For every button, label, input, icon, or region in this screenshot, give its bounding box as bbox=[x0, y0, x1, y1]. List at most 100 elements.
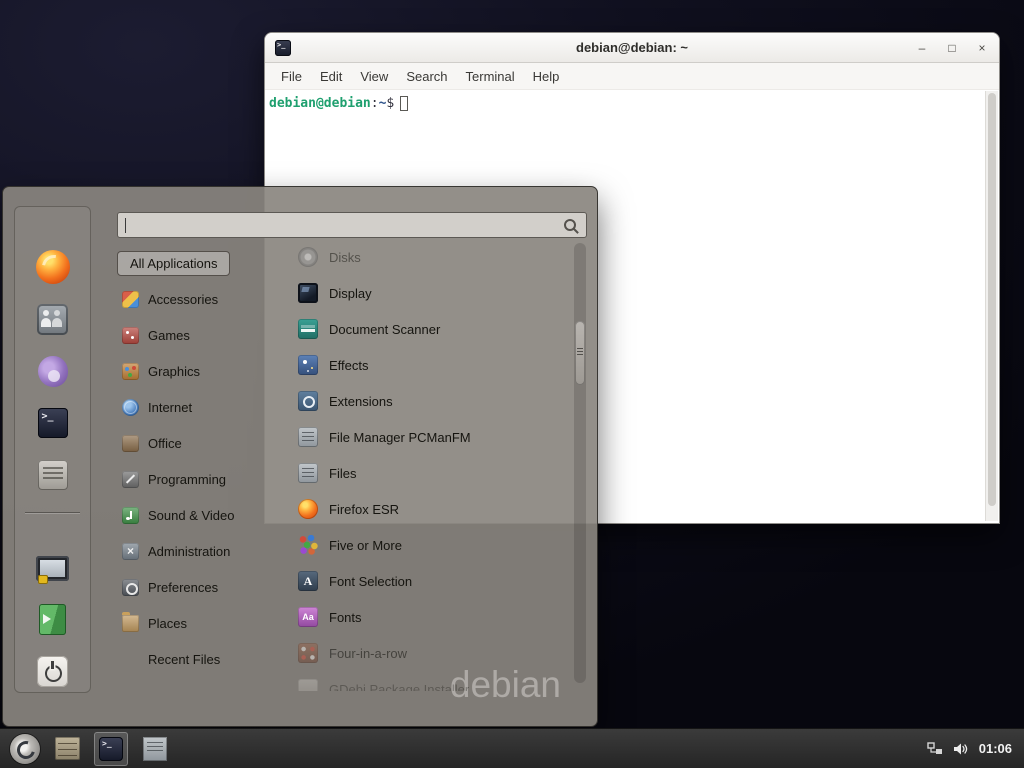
launcher-list bbox=[50, 732, 172, 766]
programming-icon bbox=[122, 471, 139, 488]
app-label: Effects bbox=[329, 358, 369, 373]
file-manager-favorite[interactable] bbox=[31, 458, 75, 492]
text-caret bbox=[125, 218, 126, 233]
app-label: Five or More bbox=[329, 538, 402, 553]
category-label: Programming bbox=[148, 472, 226, 487]
terminal-menubar: File Edit View Search Terminal Help bbox=[265, 63, 999, 90]
application-menu: All Applications Accessories Games Graph… bbox=[2, 186, 598, 727]
menubar-item[interactable]: View bbox=[351, 69, 397, 84]
category-item[interactable]: Office bbox=[117, 425, 279, 461]
users-favorite[interactable] bbox=[31, 302, 75, 336]
prompt-user: debian@debian bbox=[269, 96, 371, 111]
app-label: GDebi Package Installer bbox=[329, 682, 469, 692]
prompt-symbol: $ bbox=[386, 96, 394, 111]
category-label: Graphics bbox=[148, 364, 200, 379]
category-label: Accessories bbox=[148, 292, 218, 307]
menubar-item[interactable]: Help bbox=[524, 69, 569, 84]
terminal-cursor bbox=[400, 96, 408, 111]
app-item[interactable]: File Manager PCManFM bbox=[291, 419, 571, 455]
close-button[interactable]: × bbox=[975, 33, 989, 63]
administration-icon bbox=[122, 543, 139, 560]
lock-screen-button[interactable] bbox=[31, 550, 75, 584]
titlebar[interactable]: debian@debian: ~ – □ × bbox=[265, 33, 999, 63]
effects-icon bbox=[298, 355, 318, 375]
file-manager-launcher[interactable] bbox=[138, 732, 172, 766]
app-label: Firefox ESR bbox=[329, 502, 399, 517]
menubar-item[interactable]: Search bbox=[397, 69, 456, 84]
terminal-favorite[interactable] bbox=[31, 406, 75, 440]
pidgin-favorite[interactable] bbox=[31, 354, 75, 388]
menu-button[interactable] bbox=[10, 734, 40, 764]
files-icon bbox=[298, 463, 318, 483]
terminal-launcher[interactable] bbox=[94, 732, 128, 766]
minimize-button[interactable]: – bbox=[915, 33, 929, 63]
system-tray: 01:06 bbox=[927, 741, 1016, 756]
app-item[interactable]: Firefox ESR bbox=[291, 491, 571, 527]
menubar-item[interactable]: Terminal bbox=[457, 69, 524, 84]
app-item[interactable]: Fonts bbox=[291, 599, 571, 635]
app-item[interactable]: Five or More bbox=[291, 527, 571, 563]
app-item[interactable]: Effects bbox=[291, 347, 571, 383]
menu-scrollbar-thumb[interactable] bbox=[575, 321, 585, 385]
pidgin-icon bbox=[38, 356, 68, 387]
app-item[interactable]: Display bbox=[291, 275, 571, 311]
firefox-favorite[interactable] bbox=[31, 250, 75, 284]
category-item[interactable]: All Applications bbox=[117, 251, 230, 276]
category-item[interactable]: Accessories bbox=[117, 281, 279, 317]
application-list: Disks Display Document Scanner Effects bbox=[291, 239, 571, 691]
category-label: Recent Files bbox=[148, 652, 220, 667]
graphics-icon bbox=[122, 363, 139, 380]
category-item[interactable]: Administration bbox=[117, 533, 279, 569]
office-icon bbox=[122, 435, 139, 452]
volume-icon[interactable] bbox=[953, 742, 969, 756]
favorites-sidebar bbox=[14, 206, 91, 693]
category-label: Games bbox=[148, 328, 190, 343]
terminal-scrollbar[interactable] bbox=[985, 91, 998, 521]
taskbar-clock[interactable]: 01:06 bbox=[979, 741, 1012, 756]
category-item[interactable]: Graphics bbox=[117, 353, 279, 389]
extensions-icon bbox=[298, 391, 318, 411]
shutdown-button[interactable] bbox=[31, 654, 75, 688]
app-item[interactable]: GDebi Package Installer bbox=[291, 671, 571, 691]
maximize-button[interactable]: □ bbox=[945, 33, 959, 63]
category-label: Administration bbox=[148, 544, 230, 559]
app-label: Files bbox=[329, 466, 356, 481]
lock-screen-icon bbox=[36, 556, 69, 581]
category-item[interactable]: Internet bbox=[117, 389, 279, 425]
prompt-separator: : bbox=[371, 96, 379, 111]
app-item[interactable]: Document Scanner bbox=[291, 311, 571, 347]
app-item[interactable]: Four-in-a-row bbox=[291, 635, 571, 671]
document-scanner-icon bbox=[298, 319, 318, 339]
app-item[interactable]: Extensions bbox=[291, 383, 571, 419]
app-item[interactable]: Files bbox=[291, 455, 571, 491]
terminal-icon bbox=[99, 737, 123, 761]
games-icon bbox=[122, 327, 139, 344]
app-label: File Manager PCManFM bbox=[329, 430, 471, 445]
logout-button[interactable] bbox=[31, 602, 75, 636]
network-icon[interactable] bbox=[927, 742, 943, 756]
category-item[interactable]: Programming bbox=[117, 461, 279, 497]
desktop[interactable]: debian@debian: ~ – □ × File Edit View Se… bbox=[0, 0, 1024, 768]
category-list: All Applications Accessories Games Graph… bbox=[117, 245, 279, 677]
logout-icon bbox=[39, 604, 66, 635]
app-item[interactable]: Font Selection bbox=[291, 563, 571, 599]
app-label: Display bbox=[329, 286, 372, 301]
window-title: debian@debian: ~ bbox=[265, 40, 999, 55]
menubar-item[interactable]: Edit bbox=[311, 69, 351, 84]
terminal-scrollbar-thumb[interactable] bbox=[988, 93, 996, 506]
menubar-item[interactable]: File bbox=[272, 69, 311, 84]
category-item[interactable]: Games bbox=[117, 317, 279, 353]
search-icon bbox=[564, 219, 576, 231]
search-input[interactable] bbox=[126, 213, 564, 237]
firefox-icon bbox=[36, 250, 70, 284]
category-item[interactable]: Recent Files bbox=[117, 641, 279, 677]
menu-scrollbar[interactable] bbox=[574, 243, 586, 683]
category-label: Sound & Video bbox=[148, 508, 235, 523]
file-manager-icon bbox=[38, 460, 68, 490]
category-item[interactable]: Preferences bbox=[117, 569, 279, 605]
internet-icon bbox=[122, 399, 139, 416]
file-cabinet-launcher[interactable] bbox=[50, 732, 84, 766]
category-item[interactable]: Sound & Video bbox=[117, 497, 279, 533]
category-item[interactable]: Places bbox=[117, 605, 279, 641]
app-item[interactable]: Disks bbox=[291, 239, 571, 275]
